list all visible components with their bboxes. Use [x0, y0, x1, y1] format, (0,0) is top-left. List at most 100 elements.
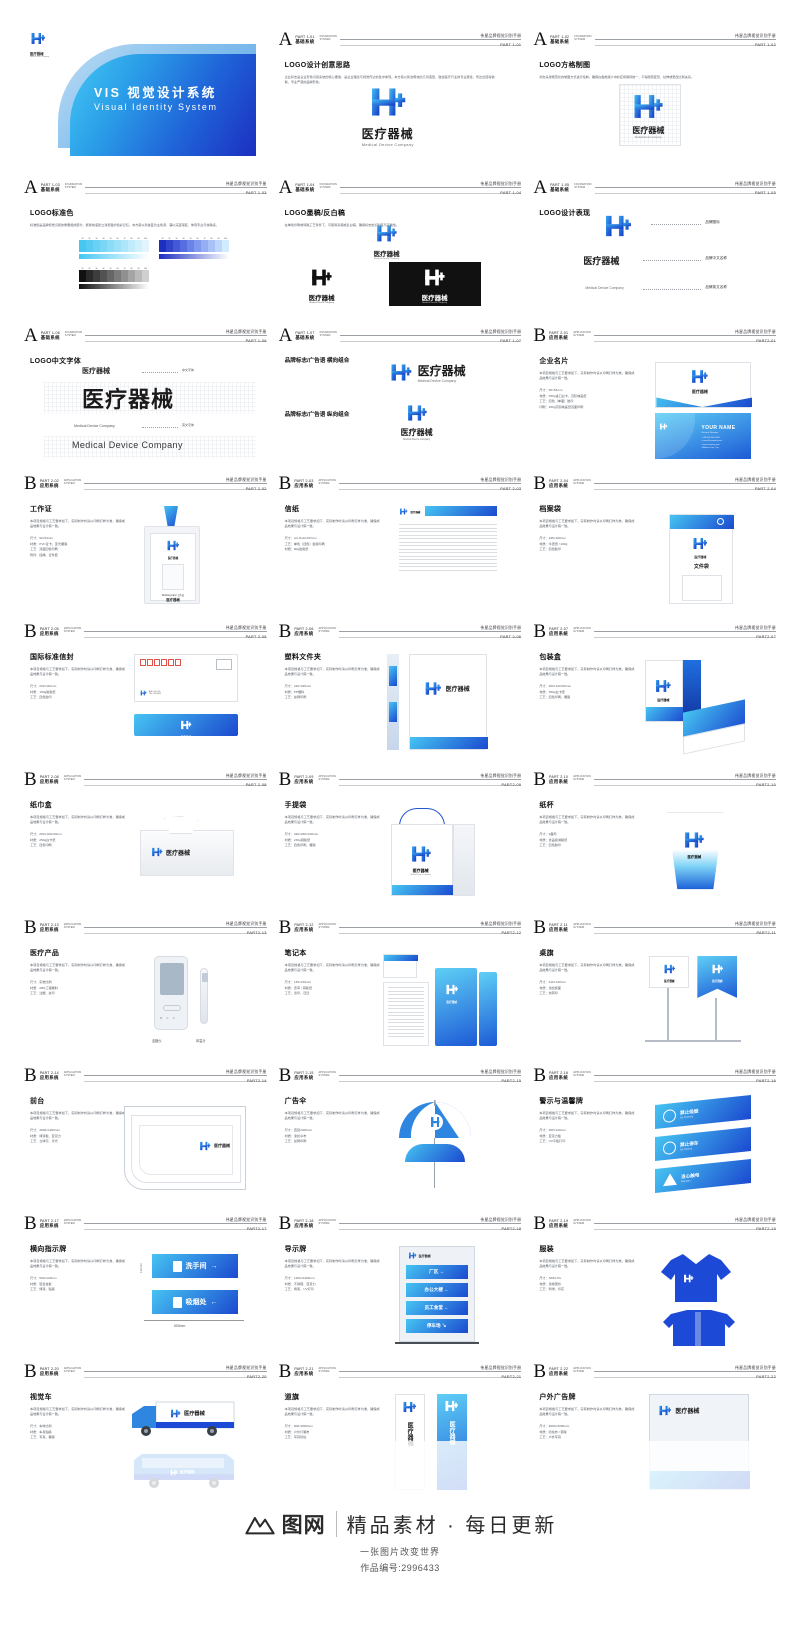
page-header: B PART 2-07 应用系统 APPLICATION SYSTEM 伟星品牌… [533, 620, 776, 641]
pylon-base [394, 1342, 479, 1344]
manual-label: 伟星品牌视觉识别手册 [735, 330, 776, 334]
header-rule: 伟星品牌视觉识别手册 PART 2-05 [84, 626, 267, 639]
part-code-right: PART2-07 [756, 635, 776, 639]
uniform-shirt [657, 1250, 735, 1311]
section-letter: B [278, 769, 292, 790]
page-body: 本项目规格与工艺要求如下，实际制作时请以印刷打样为准，确保成品效果与设计稿一致。 [30, 1111, 125, 1121]
section-name-en2: SYSTEM [319, 333, 331, 337]
section-name-cn: 基础系统 [295, 335, 315, 340]
flag-pole-1 [667, 988, 669, 1040]
font-sample-large: 医疗器械 [82, 387, 175, 412]
notebook-cover-side [478, 972, 497, 1046]
header-rule: 伟星品牌视觉识别手册 PART 1-04 [339, 182, 522, 195]
logo-h-cross-icon [606, 215, 632, 237]
body-paragraph: 本项目规格与工艺要求如下，实际制作时请以印刷打样为准，确保成品效果与设计稿一致。 [284, 1111, 380, 1120]
page-header: B PART 2-06 应用系统 APPLICATION SYSTEM 伟星品牌… [279, 620, 522, 641]
logo-black-version: 医疗器械 Medical Device Company [309, 268, 335, 304]
anno-label-logo: 品牌图标 [705, 220, 720, 224]
section-name-en2: SYSTEM [63, 1073, 75, 1077]
section-name-cn: 应用系统 [294, 631, 314, 636]
swatch-chip [114, 240, 121, 252]
page-direction-sign: B PART 2-17 应用系统 APPLICATION SYSTEM 伟星品牌… [24, 1212, 267, 1360]
page-namecard: B PART 2-01 应用系统 APPLICATION SYSTEM 伟星品牌… [533, 324, 776, 472]
body-paragraph: 标准色是品牌视觉识别的重要组成部分，能够快速建立消费者的色彩记忆。本方案以科技蓝… [30, 223, 219, 227]
swatch-chip [135, 270, 142, 282]
header-rule: 伟星品牌视觉识别手册 PART2-18 [338, 1218, 522, 1231]
van-brand: 医疗器械 [180, 1470, 195, 1474]
pylon-frame: 医疗器械 厂区 → 办公大楼 ← 员工食堂 ← 停车场 ↘ [398, 1246, 475, 1342]
page-header: B PART 2-01 应用系统 APPLICATION SYSTEM 伟星品牌… [533, 324, 776, 345]
section-name-en2: SYSTEM [63, 1221, 75, 1225]
section-letter: A [24, 177, 38, 198]
body-paragraph: 标志采用规范化的制图方式进行绘制，确保在各类媒介中的应用保持统一，不得随意变形、… [539, 75, 695, 79]
cover-title-cn: VIS 视觉设计系统 [94, 86, 217, 100]
box-brand: 医疗器械 [657, 698, 670, 702]
page-header: B PART 2-17 应用系统 APPLICATION SYSTEM 伟星品牌… [24, 1212, 267, 1233]
section-name-cn: 基础系统 [40, 335, 60, 340]
section-name-en2: SYSTEM [63, 629, 75, 633]
page-body: 标准色是品牌视觉识别的重要组成部分，能够快速建立消费者的色彩记忆。本方案以科技蓝… [30, 223, 245, 228]
part-code-right: PART2-13 [246, 931, 267, 935]
manual-label: 伟星品牌视觉识别手册 [225, 626, 267, 630]
section-name-en2: SYSTEM [318, 1073, 330, 1077]
header-rule: 伟星品牌视觉识别手册 PART2-16 [593, 1070, 776, 1083]
logo-color-version: 医疗器械 Medical Device Company [374, 224, 400, 260]
logo-h-cross-icon [152, 847, 163, 857]
handbag-front: 医疗器械 Medical Device Company [390, 824, 454, 896]
manual-label: 伟星品牌视觉识别手册 [225, 1218, 267, 1222]
envelope-brand: 医疗器械 [694, 555, 707, 559]
page-header: B PART 2-21 应用系统 APPLICATION SYSTEM 伟星品牌… [279, 1360, 522, 1381]
section-letter: B [24, 621, 37, 642]
header-rule: 伟星品牌视觉识别手册 PART 1-05 [594, 182, 776, 195]
section-letter: B [533, 1065, 547, 1086]
page-header: B PART 2-14 应用系统 APPLICATION SYSTEM 伟星品牌… [24, 1064, 267, 1085]
body-paragraph: 本项目规格与工艺要求如下，实际制作时请以印刷打样为准，确保成品效果与设计稿一致。 [539, 1111, 635, 1120]
logo-h-cross-icon [312, 269, 332, 286]
letterhead-brand: 医疗器械 [410, 510, 421, 514]
folder-cover: 医疗器械 [408, 654, 488, 750]
sign-smoking-area: 吸烟处 ← [152, 1290, 238, 1314]
section-letter: B [533, 769, 547, 790]
page-title: LOGO方格制图 [539, 62, 591, 69]
page-title: LOGO标准色 [30, 210, 74, 217]
logo-name-en: Medical Device Company [634, 136, 662, 139]
logo-name-cn: 医疗器械 [421, 295, 448, 302]
page-header: A PART 1-07 基础系统 FOUNDATION SYSTEM 伟星品牌视… [279, 324, 522, 345]
body-paragraph: 本项目规格与工艺要求如下，实际制作时请以印刷打样为准，确保成品效果与设计稿一致。 [284, 815, 380, 824]
spec-line: 工艺：注塑、丝印 [30, 991, 55, 996]
tissue-brand: 医疗器械 [166, 850, 191, 857]
logo-name-cn: 医疗器械 [308, 295, 335, 302]
anno-line-2 [142, 427, 178, 428]
part-code-right: PART 2-05 [245, 635, 267, 639]
swatch-steps [159, 240, 229, 252]
logo-h-cross-icon [692, 370, 708, 383]
page-header: A PART 1-01 基础系统 FOUNDATION SYSTEM 伟星品牌视… [279, 28, 522, 49]
header-rule: 伟星品牌视觉识别手册 PART2-20 [84, 1366, 267, 1379]
product-anno-1: 血糖仪 [152, 1039, 162, 1043]
envelope-blue: 医疗器械 [134, 714, 238, 739]
header-rule: 伟星品牌视觉识别手册 PART 2-03 [338, 478, 522, 491]
header-rule: 伟星品牌视觉识别手册 PART 2-04 [593, 478, 776, 491]
swatch-chip [107, 240, 114, 252]
badge-holder: 医疗器械 Working Card 工作证 医疗器械 [144, 526, 200, 604]
page-handbag: B PART 2-09 应用系统 APPLICATION SYSTEM 伟星品牌… [279, 768, 522, 916]
page-header: B PART 2-22 应用系统 APPLICATION SYSTEM 伟星品牌… [533, 1360, 776, 1381]
header-rule: 伟星品牌视觉识别手册 PART 1-02 [594, 34, 776, 47]
manual-label: 伟星品牌视觉识别手册 [225, 922, 267, 926]
deskflag-brand-blue: 医疗器械 [712, 980, 723, 983]
anno-label-cn: 品牌中文名称 [705, 256, 727, 260]
logo-name-cn: 医疗器械 [373, 251, 400, 258]
header-rule: 伟星品牌视觉识别手册 PART 1-01 [339, 34, 522, 47]
section-name-en2: SYSTEM [318, 1369, 330, 1373]
logo-name-en: Medical Device Company [361, 142, 414, 147]
page-header: B PART 2-05 应用系统 APPLICATION SYSTEM 伟星品牌… [24, 620, 267, 642]
page-tissue-box: B PART 2-08 应用系统 APPLICATION SYSTEM 伟星品牌… [24, 768, 267, 916]
section-letter: B [24, 473, 37, 494]
part-code-right: PART 2-04 [754, 487, 776, 491]
part-code-right: PART2-16 [756, 1079, 776, 1083]
page-papercup: B PART 2-10 应用系统 APPLICATION SYSTEM 伟星品牌… [533, 768, 776, 916]
section-letter: A [24, 325, 38, 346]
section-name-cn: 应用系统 [39, 779, 59, 784]
page-logo-color: A PART 1-03 基础系统 FOUNDATION SYSTEM 伟星品牌视… [24, 176, 267, 324]
page-logo-mono: A PART 1-04 基础系统 FOUNDATION SYSTEM 伟星品牌视… [279, 176, 522, 324]
